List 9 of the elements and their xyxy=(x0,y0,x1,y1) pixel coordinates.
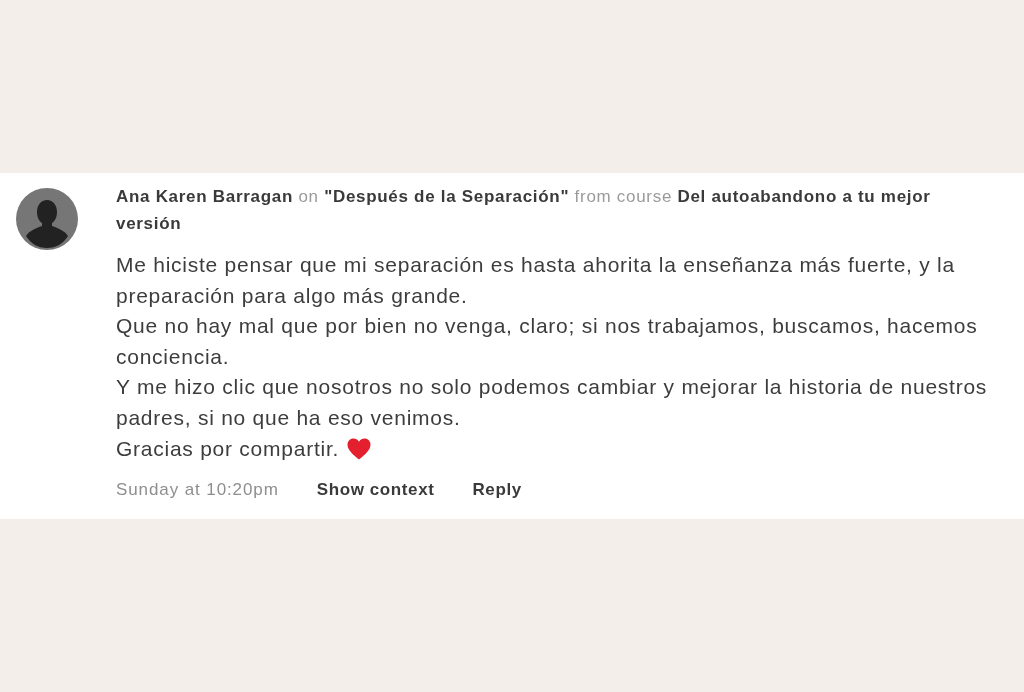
comment-text: Gracias por compartir. xyxy=(116,435,340,462)
comment-text: Que no hay mal que por bien no venga, claro; si nos trabajamos, buscamos, hacemos conciencia. xyxy=(116,313,979,370)
reply-link[interactable]: Reply xyxy=(472,478,522,503)
comment-text: Me hiciste pensar que mi separación es hasta ahorita la enseñanza más fuerte, y la preparación para algo más grande. xyxy=(116,252,956,309)
avatar-silhouette-icon xyxy=(16,188,78,250)
comment-header: Ana Karen Barragan on "Después de la Separación" from course Del autoabandono a tu mejor versión xyxy=(116,186,932,235)
comment-text: Y me hizo clic que nosotros no solo podemos cambiar y mejorar la historia de nuestros padres, si no que ha eso venimos. xyxy=(116,374,989,431)
show-context-link[interactable]: Show context xyxy=(316,478,435,503)
comment-timestamp: Sunday at 10:20pm xyxy=(116,479,279,502)
